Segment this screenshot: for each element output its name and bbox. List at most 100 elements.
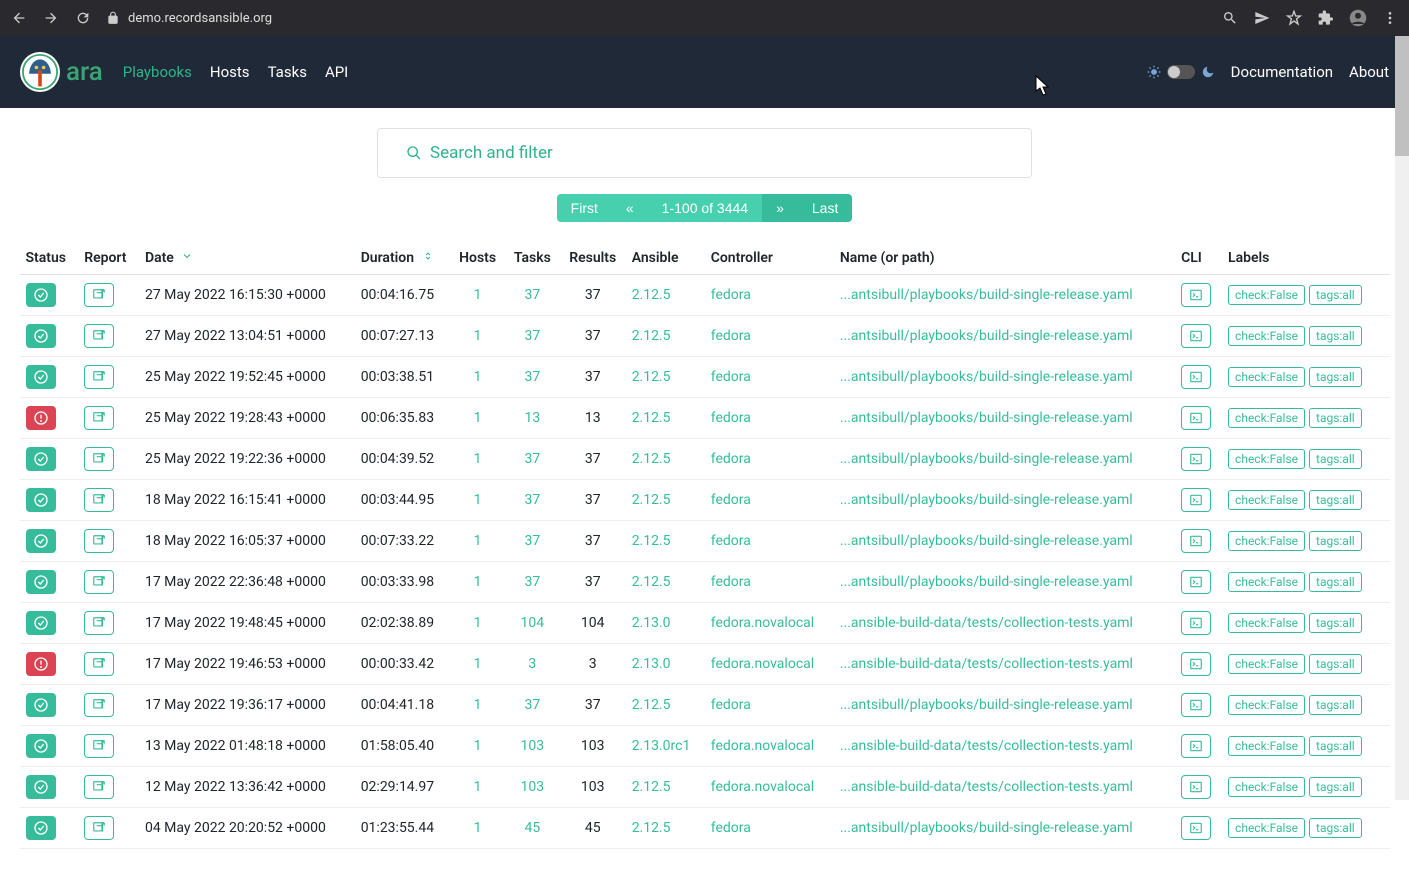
reload-button[interactable] bbox=[74, 9, 92, 27]
cell-controller[interactable]: fedora bbox=[711, 410, 751, 426]
label-tag[interactable]: tags:all bbox=[1309, 285, 1362, 305]
col-duration[interactable]: Duration bbox=[355, 242, 451, 275]
cell-tasks[interactable]: 103 bbox=[521, 738, 545, 754]
menu-icon[interactable] bbox=[1381, 9, 1399, 27]
cli-button[interactable] bbox=[1181, 693, 1211, 717]
cli-button[interactable] bbox=[1181, 447, 1211, 471]
profile-icon[interactable] bbox=[1349, 9, 1367, 27]
report-button[interactable] bbox=[84, 447, 114, 471]
label-tag[interactable]: tags:all bbox=[1309, 408, 1362, 428]
cell-controller[interactable]: fedora bbox=[711, 574, 751, 590]
report-button[interactable] bbox=[84, 816, 114, 840]
report-button[interactable] bbox=[84, 775, 114, 799]
label-tag[interactable]: check:False bbox=[1228, 490, 1305, 510]
cell-hosts[interactable]: 1 bbox=[474, 697, 482, 713]
label-tag[interactable]: check:False bbox=[1228, 326, 1305, 346]
cli-button[interactable] bbox=[1181, 365, 1211, 389]
logo[interactable]: ara bbox=[20, 52, 103, 92]
nav-api[interactable]: API bbox=[325, 63, 348, 81]
nav-documentation[interactable]: Documentation bbox=[1231, 63, 1333, 81]
cell-name[interactable]: ...antsibull/playbooks/build-single-rele… bbox=[840, 287, 1133, 303]
label-tag[interactable]: check:False bbox=[1228, 695, 1305, 715]
zoom-icon[interactable] bbox=[1221, 9, 1239, 27]
cell-controller[interactable]: fedora bbox=[711, 492, 751, 508]
cell-hosts[interactable]: 1 bbox=[474, 779, 482, 795]
label-tag[interactable]: tags:all bbox=[1309, 613, 1362, 633]
cell-ansible[interactable]: 2.12.5 bbox=[632, 492, 671, 508]
label-tag[interactable]: tags:all bbox=[1309, 490, 1362, 510]
address-bar[interactable]: demo.recordsansible.org bbox=[106, 11, 1207, 26]
col-date[interactable]: Date bbox=[139, 242, 355, 275]
label-tag[interactable]: check:False bbox=[1228, 408, 1305, 428]
label-tag[interactable]: check:False bbox=[1228, 572, 1305, 592]
forward-button[interactable] bbox=[42, 9, 60, 27]
cell-name[interactable]: ...antsibull/playbooks/build-single-rele… bbox=[840, 697, 1133, 713]
cell-name[interactable]: ...antsibull/playbooks/build-single-rele… bbox=[840, 574, 1133, 590]
page-first[interactable]: First bbox=[557, 194, 612, 222]
cell-controller[interactable]: fedora.novalocal bbox=[711, 615, 814, 631]
cell-tasks[interactable]: 37 bbox=[524, 574, 540, 590]
cell-tasks[interactable]: 37 bbox=[524, 492, 540, 508]
cell-hosts[interactable]: 1 bbox=[474, 533, 482, 549]
label-tag[interactable]: check:False bbox=[1228, 449, 1305, 469]
cell-ansible[interactable]: 2.12.5 bbox=[632, 533, 671, 549]
nav-hosts[interactable]: Hosts bbox=[210, 63, 250, 81]
cell-name[interactable]: ...ansible-build-data/tests/collection-t… bbox=[840, 656, 1133, 672]
report-button[interactable] bbox=[84, 324, 114, 348]
report-button[interactable] bbox=[84, 529, 114, 553]
nav-about[interactable]: About bbox=[1349, 63, 1389, 81]
cli-button[interactable] bbox=[1181, 488, 1211, 512]
nav-playbooks[interactable]: Playbooks bbox=[123, 63, 192, 81]
label-tag[interactable]: tags:all bbox=[1309, 818, 1362, 838]
report-button[interactable] bbox=[84, 406, 114, 430]
theme-toggle[interactable] bbox=[1147, 65, 1215, 79]
cell-ansible[interactable]: 2.12.5 bbox=[632, 287, 671, 303]
cli-button[interactable] bbox=[1181, 652, 1211, 676]
cell-ansible[interactable]: 2.12.5 bbox=[632, 779, 671, 795]
cell-controller[interactable]: fedora bbox=[711, 328, 751, 344]
label-tag[interactable]: tags:all bbox=[1309, 654, 1362, 674]
cell-tasks[interactable]: 37 bbox=[524, 697, 540, 713]
cli-button[interactable] bbox=[1181, 775, 1211, 799]
cell-controller[interactable]: fedora bbox=[711, 533, 751, 549]
cell-tasks[interactable]: 37 bbox=[524, 451, 540, 467]
cell-hosts[interactable]: 1 bbox=[474, 820, 482, 836]
cell-hosts[interactable]: 1 bbox=[474, 287, 482, 303]
cell-ansible[interactable]: 2.12.5 bbox=[632, 369, 671, 385]
report-button[interactable] bbox=[84, 734, 114, 758]
cell-hosts[interactable]: 1 bbox=[474, 615, 482, 631]
cell-name[interactable]: ...ansible-build-data/tests/collection-t… bbox=[840, 779, 1133, 795]
cell-name[interactable]: ...antsibull/playbooks/build-single-rele… bbox=[840, 369, 1133, 385]
cell-controller[interactable]: fedora.novalocal bbox=[711, 656, 814, 672]
cli-button[interactable] bbox=[1181, 406, 1211, 430]
cell-controller[interactable]: fedora bbox=[711, 287, 751, 303]
cell-hosts[interactable]: 1 bbox=[474, 738, 482, 754]
report-button[interactable] bbox=[84, 693, 114, 717]
label-tag[interactable]: check:False bbox=[1228, 736, 1305, 756]
cell-ansible[interactable]: 2.13.0 bbox=[632, 615, 671, 631]
cell-name[interactable]: ...antsibull/playbooks/build-single-rele… bbox=[840, 820, 1133, 836]
cell-name[interactable]: ...antsibull/playbooks/build-single-rele… bbox=[840, 410, 1133, 426]
cell-ansible[interactable]: 2.12.5 bbox=[632, 410, 671, 426]
cli-button[interactable] bbox=[1181, 283, 1211, 307]
cell-controller[interactable]: fedora bbox=[711, 697, 751, 713]
label-tag[interactable]: tags:all bbox=[1309, 777, 1362, 797]
page-prev[interactable]: « bbox=[612, 194, 648, 222]
nav-tasks[interactable]: Tasks bbox=[268, 63, 307, 81]
cell-ansible[interactable]: 2.12.5 bbox=[632, 820, 671, 836]
label-tag[interactable]: tags:all bbox=[1309, 449, 1362, 469]
cell-ansible[interactable]: 2.12.5 bbox=[632, 697, 671, 713]
page-last[interactable]: Last bbox=[798, 194, 852, 222]
label-tag[interactable]: tags:all bbox=[1309, 531, 1362, 551]
cell-name[interactable]: ...ansible-build-data/tests/collection-t… bbox=[840, 738, 1133, 754]
label-tag[interactable]: check:False bbox=[1228, 367, 1305, 387]
label-tag[interactable]: tags:all bbox=[1309, 572, 1362, 592]
cell-controller[interactable]: fedora.novalocal bbox=[711, 779, 814, 795]
cli-button[interactable] bbox=[1181, 324, 1211, 348]
label-tag[interactable]: tags:all bbox=[1309, 695, 1362, 715]
label-tag[interactable]: check:False bbox=[1228, 531, 1305, 551]
cell-hosts[interactable]: 1 bbox=[474, 656, 482, 672]
cell-name[interactable]: ...ansible-build-data/tests/collection-t… bbox=[840, 615, 1133, 631]
cli-button[interactable] bbox=[1181, 529, 1211, 553]
cell-ansible[interactable]: 2.12.5 bbox=[632, 328, 671, 344]
